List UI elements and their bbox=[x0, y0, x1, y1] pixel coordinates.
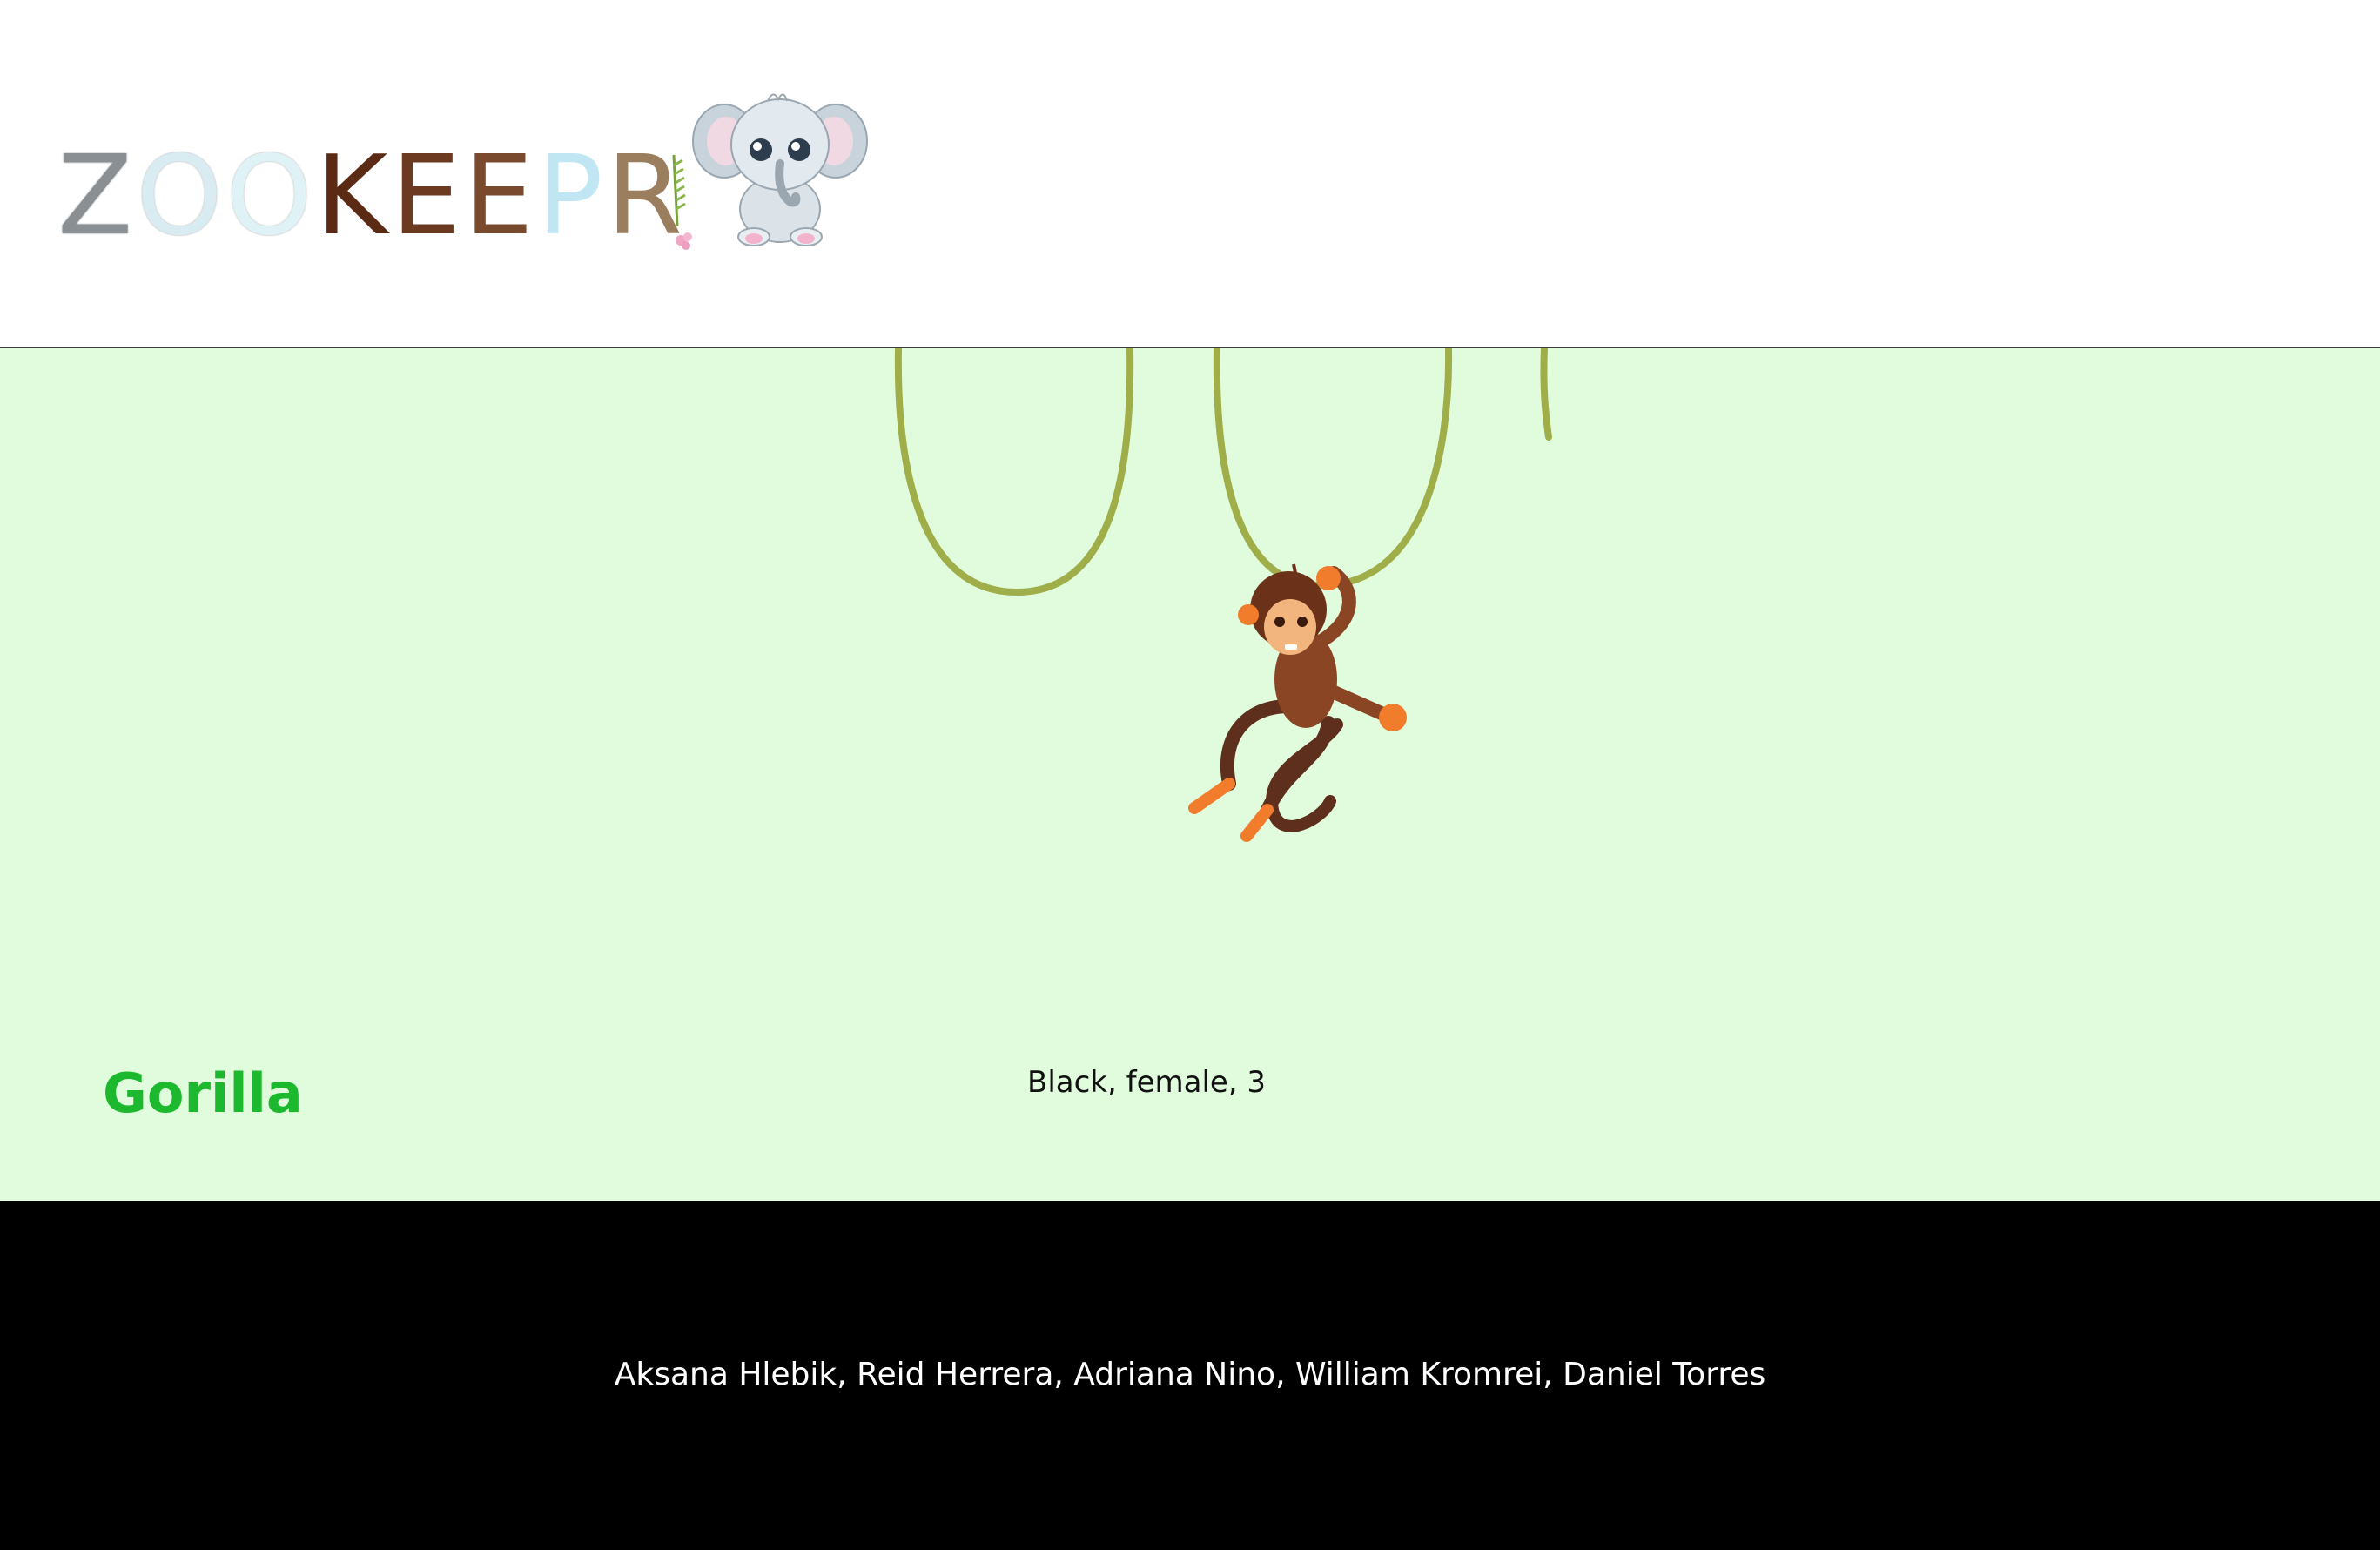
logo-letter: O bbox=[136, 131, 226, 259]
logo-text: ZOOKEEPR bbox=[57, 141, 686, 251]
logo-letter: E bbox=[391, 131, 464, 259]
logo-letter: E bbox=[463, 131, 537, 259]
site-header: ZOOKEEPR bbox=[0, 0, 2380, 348]
logo-link[interactable]: ZOOKEEPR bbox=[57, 87, 868, 261]
animal-detail-section: Gorilla Black, female, 3 bbox=[0, 348, 2380, 1201]
logo-letter: O bbox=[225, 131, 316, 259]
flower-icon bbox=[676, 232, 692, 250]
logo-letter: Z bbox=[57, 131, 137, 259]
fern-icon bbox=[672, 154, 686, 227]
elephant-figure bbox=[692, 93, 868, 246]
footer-credits: Aksana Hlebik, Reid Herrera, Adriana Nin… bbox=[614, 1357, 1766, 1392]
site-footer: Aksana Hlebik, Reid Herrera, Adriana Nin… bbox=[0, 1201, 2380, 1550]
monkey-icon bbox=[1188, 563, 1407, 842]
animal-info: Black, female, 3 bbox=[1027, 1065, 1267, 1100]
vine-icon bbox=[894, 348, 1552, 596]
elephant-icon bbox=[672, 93, 868, 250]
logo-letter: K bbox=[315, 131, 392, 259]
logo-letter: P bbox=[536, 131, 607, 259]
animal-name: Gorilla bbox=[103, 1061, 303, 1125]
